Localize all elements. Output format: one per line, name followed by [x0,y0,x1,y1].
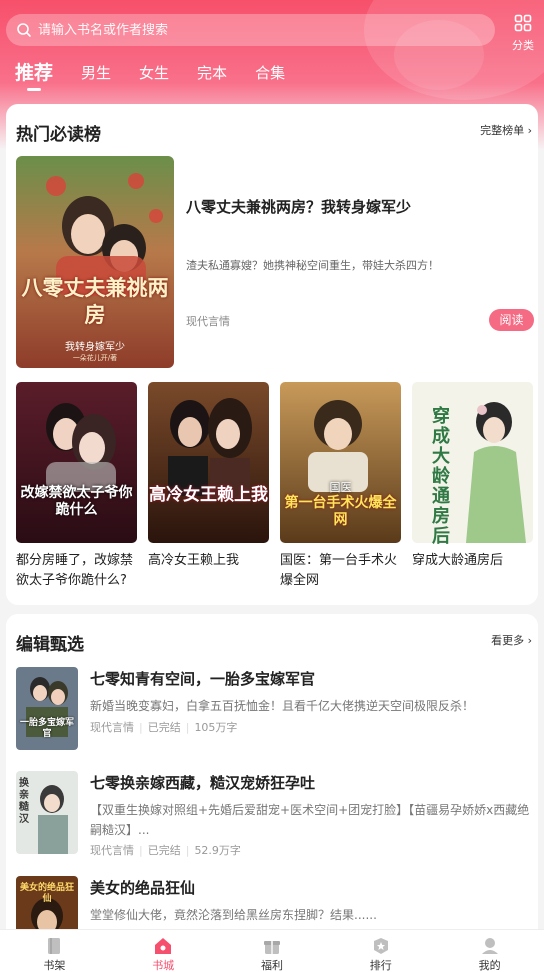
tab-female[interactable]: 女生 [139,60,169,86]
cover-title-art: 高冷女王赖上我 [149,485,268,505]
book-status: 已完结 [147,844,181,857]
see-more-link[interactable]: 看更多 › [491,632,532,648]
nav-bookshelf[interactable]: 书架 [0,930,109,972]
cover-author-art: 一朵花儿开/著 [72,354,118,362]
book-cover[interactable]: 高冷女王赖上我 [148,382,269,543]
book-cover[interactable]: 换亲糙汉 [16,771,78,854]
cover-title-art: 一胎多宝嫁军官 [19,718,74,739]
featured-book-title[interactable]: 八零丈夫兼祧两房？我转身嫁军少 [186,196,526,217]
book-genre: 现代言情 [90,721,134,734]
cover-title-art: 改嫁禁欲太子爷你跪什么 [20,485,133,518]
book-cover[interactable]: 穿成大龄通房后 [412,382,533,547]
more-label: 看更多 [491,634,525,647]
category-label: 分类 [512,39,534,52]
nav-label: 福利 [260,959,283,972]
ranking-icon [373,938,388,954]
nav-profile[interactable]: 我的 [435,930,544,972]
featured-book-cover[interactable]: 八零丈夫兼祧两房 我转身嫁军少 一朵花儿开/著 [16,156,174,368]
channel-tabs: 推荐 男生 女生 完本 合集 [0,60,285,94]
cover-title-art: 第一台手术火爆全网 [284,495,397,528]
more-label: 完整榜单 [480,124,525,137]
bookstore-icon [155,938,172,954]
editor-picks-section: 编辑甄选 看更多 › 一胎多宝嫁军官 七零知青有空间，一胎多宝嫁军官 新婚当晚变… [6,614,538,944]
cover-title-art: 穿成大龄通房后 [432,406,450,547]
list-item[interactable]: 换亲糙汉 七零换亲嫁西藏，糙汉宠娇狂孕吐 【双重生换嫁对照组+先婚后爱甜宠+医术… [16,771,532,857]
featured-book-genre: 现代言情 [186,315,230,328]
section-title: 编辑甄选 [16,635,84,655]
book-title: 七零换亲嫁西藏，糙汉宠娇狂孕吐 [90,774,316,792]
book-cover[interactable]: 一胎多宝嫁军官 [16,667,78,750]
book-title: 穿成大龄通房后 [412,553,504,568]
section-title: 热门必读榜 [16,125,101,145]
nav-bookstore[interactable]: 书城 [109,930,218,972]
book-title: 七零知青有空间，一胎多宝嫁军官 [90,670,316,688]
book-meta: 现代言情 | 已完结 | 52.9万字 [90,844,241,857]
book-genre: 现代言情 [90,844,134,857]
nav-welfare[interactable]: 福利 [218,930,327,972]
book-desc: 新婚当晚变寡妇，白拿五百抚恤金！且看千亿大佬携逆天空间极限反杀！ [90,699,475,713]
bottom-navigation: 书架 书城 福利 排行 我的 [0,929,544,972]
featured-book-desc: 渣夫私通寡嫂？她携神秘空间重生，带娃大杀四方！ [186,259,439,272]
book-desc: 【双重生换嫁对照组+先婚后爱甜宠+医术空间+团宠打脸】【苗疆易孕娇娇x西藏绝嗣糙… [90,803,530,837]
gift-icon [263,941,280,954]
tab-recommend[interactable]: 推荐 [15,60,53,91]
search-bar[interactable] [6,14,495,46]
book-title: 高冷女王赖上我 [148,553,240,568]
cover-subtitle-art: 国医 [329,481,352,494]
list-item[interactable]: 一胎多宝嫁军官 七零知青有空间，一胎多宝嫁军官 新婚当晚变寡妇，白拿五百抚恤金！… [16,667,532,750]
book-item[interactable]: 国医 第一台手术火爆全网 国医：第一台手术火爆全网 [280,382,401,591]
book-desc: 堂堂修仙大佬，竟然沦落到给黑丝房东捏脚？结果...... [90,908,377,922]
read-button[interactable]: 阅读 [489,309,534,331]
tab-finished[interactable]: 完本 [197,60,227,86]
cover-title-art: 八零丈夫兼祧两房 [21,275,169,327]
book-item[interactable]: 穿成大龄通房后 穿成大龄通房后 [412,382,533,571]
profile-icon [481,938,498,954]
book-meta: 现代言情 | 已完结 | 105万字 [90,721,238,734]
book-status: 已完结 [147,721,181,734]
book-item[interactable]: 高冷女王赖上我 高冷女王赖上我 [148,382,269,571]
search-input[interactable] [38,22,458,38]
chevron-right-icon: › [527,634,532,647]
grid-icon [514,14,532,32]
book-word-count: 52.9万字 [194,844,241,857]
book-title: 国医：第一台手术火爆全网 [280,553,398,588]
search-icon [17,23,31,37]
category-button[interactable]: 分类 [508,14,538,53]
book-cover[interactable]: 改嫁禁欲太子爷你跪什么 [16,382,137,543]
book-title: 都分房睡了，改嫁禁欲太子爷你跪什么? [16,553,134,588]
full-ranking-link[interactable]: 完整榜单 › [480,122,532,138]
nav-ranking[interactable]: 排行 [326,930,435,972]
book-title: 美女的绝品狂仙 [90,879,196,897]
book-item[interactable]: 改嫁禁欲太子爷你跪什么 都分房睡了，改嫁禁欲太子爷你跪什么? [16,382,137,591]
nav-label: 排行 [369,959,392,972]
nav-label: 书架 [43,959,66,972]
nav-label: 我的 [478,959,501,972]
hot-ranking-section: 热门必读榜 完整榜单 › 八零丈夫兼祧两房 我转身嫁军少 一朵花儿开/著 八零丈… [6,104,538,605]
cover-title-art: 美女的绝品狂仙 [19,883,74,904]
cover-subtitle-art: 我转身嫁军少 [65,342,125,353]
tab-collection[interactable]: 合集 [255,60,285,86]
tab-male[interactable]: 男生 [81,60,111,86]
bookshelf-icon [48,938,61,954]
nav-label: 书城 [152,959,175,972]
chevron-right-icon: › [527,124,532,137]
cover-title-art: 换亲糙汉 [19,778,29,825]
book-word-count: 105万字 [194,721,238,734]
book-cover[interactable]: 国医 第一台手术火爆全网 [280,382,401,543]
